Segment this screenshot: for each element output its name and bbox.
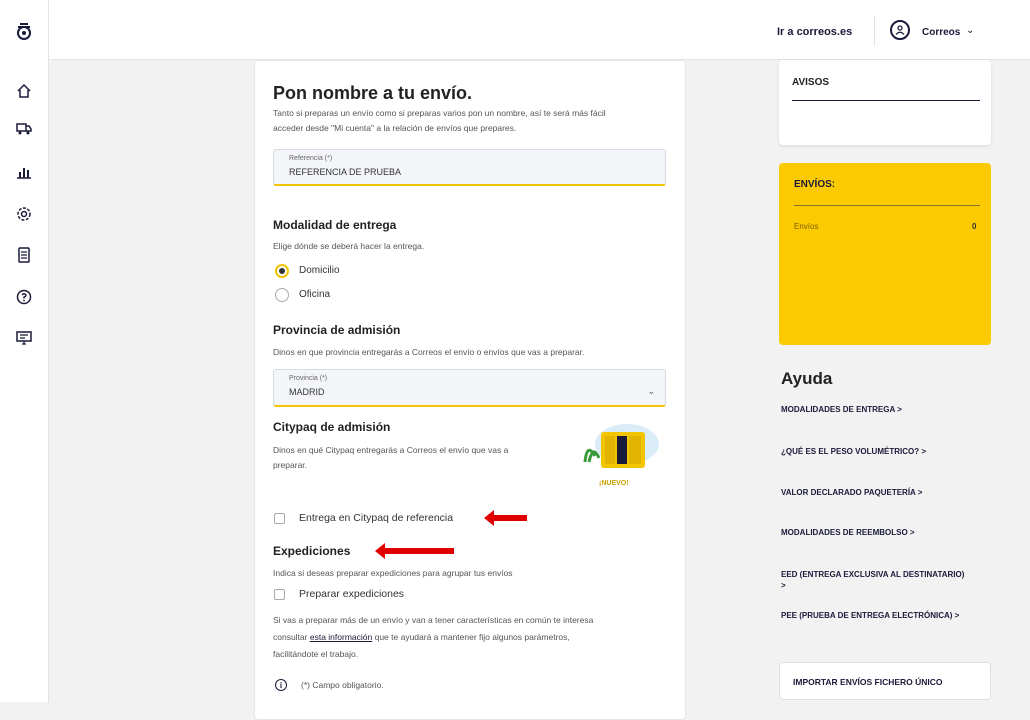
red-arrow-annotation — [484, 510, 527, 526]
delivery-mode-description: Elige dónde se deberá hacer la entrega. — [273, 241, 425, 251]
correos-logo[interactable] — [13, 20, 35, 42]
delivery-mode-title: Modalidad de entrega — [273, 218, 397, 232]
help-link-declared-value[interactable]: VALOR DECLARADO PAQUETERÍA > — [781, 487, 971, 498]
intro-text-line-1: Tanto si preparas un envío como si prepa… — [273, 108, 606, 118]
intro-text-line-2: acceder desde "Mi cuenta" a la relación … — [273, 123, 517, 133]
radio-domicilio-label[interactable]: Domicilio — [299, 265, 340, 276]
red-arrow-annotation — [375, 543, 454, 559]
expeditions-info-line-1: Si vas a preparar más de un envío y van … — [273, 615, 594, 625]
reference-label: Referencia (*) — [289, 155, 333, 162]
province-description: Dinos en que provincia entregarás a Corr… — [273, 347, 585, 357]
page-title: Pon nombre a tu envío. — [273, 83, 473, 103]
shipments-divider — [794, 205, 980, 206]
settings-icon[interactable] — [13, 203, 35, 225]
help-link-refund-modes[interactable]: MODALIDADES DE REEMBOLSO > — [781, 527, 971, 538]
citypaq-description-line-1: Dinos en qué Citypaq entregarás a Correo… — [273, 445, 509, 455]
province-value: MADRID — [289, 387, 325, 397]
new-badge: ¡NUEVO! — [599, 480, 629, 487]
citypaq-reference-label[interactable]: Entrega en Citypaq de referencia — [299, 512, 453, 524]
notices-divider — [792, 100, 980, 101]
expeditions-description: Indica si deseas preparar expediciones p… — [273, 568, 513, 578]
citypaq-description-line-2: preparar. — [273, 460, 308, 470]
import-button-label: IMPORTAR ENVÍOS FICHERO ÚNICO — [793, 677, 943, 687]
citypaq-reference-checkbox[interactable] — [274, 513, 285, 524]
help-link-delivery-modes[interactable]: MODALIDADES DE ENTREGA > — [781, 404, 971, 415]
help-link-volumetric-weight[interactable]: ¿QUÉ ES EL PESO VOLUMÉTRICO? > — [781, 446, 971, 457]
citypaq-title: Citypaq de admisión — [273, 420, 391, 434]
shipments-count-label: Envíos — [794, 222, 819, 231]
radio-oficina[interactable] — [275, 288, 289, 302]
calculator-icon[interactable] — [13, 244, 35, 266]
prepare-expeditions-checkbox[interactable] — [274, 589, 285, 600]
screen-icon[interactable] — [13, 327, 35, 349]
shipments-count-value: 0 — [972, 222, 977, 231]
help-link-pee[interactable]: PEE (PRUEBA DE ENTREGA ELECTRÓNICA) > — [781, 610, 971, 621]
info-link[interactable]: esta información — [310, 632, 372, 642]
radio-domicilio[interactable] — [275, 264, 289, 278]
province-select[interactable]: Provincia (*) MADRID ⌄ — [273, 369, 666, 407]
prepare-expeditions-label[interactable]: Preparar expediciones — [299, 588, 404, 600]
info-icon: i — [275, 679, 287, 691]
radio-oficina-label[interactable]: Oficina — [299, 289, 330, 300]
user-menu-label[interactable]: Correos — [922, 27, 960, 38]
province-title: Provincia de admisión — [273, 323, 401, 337]
reference-value: REFERENCIA DE PRUEBA — [289, 167, 402, 177]
required-fields-note: (*) Campo obligatorio. — [301, 680, 384, 690]
chevron-down-icon[interactable]: ⌄ — [966, 25, 974, 36]
import-single-file-button[interactable]: IMPORTAR ENVÍOS FICHERO ÚNICO — [779, 662, 991, 700]
expeditions-info-line-3: facilitándote el trabajo. — [273, 649, 359, 659]
expeditions-info-line-2: consultar esta información que te ayudar… — [273, 632, 570, 642]
correos-site-link[interactable]: Ir a correos.es — [777, 26, 852, 38]
reference-input[interactable]: Referencia (*) REFERENCIA DE PRUEBA — [273, 149, 666, 186]
chevron-down-icon: ⌄ — [647, 386, 655, 396]
top-separator — [874, 16, 875, 46]
user-icon[interactable] — [890, 20, 910, 40]
citypaq-locker-illustration: ¡NUEVO! — [575, 422, 660, 490]
notices-panel: AVISOS — [779, 60, 991, 145]
home-icon[interactable] — [13, 80, 35, 102]
help-link-eed[interactable]: EED (ENTREGA EXCLUSIVA AL DESTINATARIO) … — [781, 569, 971, 591]
sidebar — [0, 0, 49, 702]
help-icon[interactable] — [13, 286, 35, 308]
shipments-title: ENVÍOS: — [794, 179, 836, 190]
top-bar: Ir a correos.es Correos ⌄ — [0, 0, 1030, 60]
help-title: Ayuda — [781, 369, 833, 388]
chart-icon[interactable] — [13, 160, 35, 182]
truck-icon[interactable] — [13, 117, 35, 139]
province-label: Provincia (*) — [289, 375, 328, 382]
notices-title: AVISOS — [792, 77, 830, 88]
shipments-panel: ENVÍOS: Envíos 0 — [779, 163, 991, 345]
expeditions-title: Expediciones — [273, 544, 351, 558]
